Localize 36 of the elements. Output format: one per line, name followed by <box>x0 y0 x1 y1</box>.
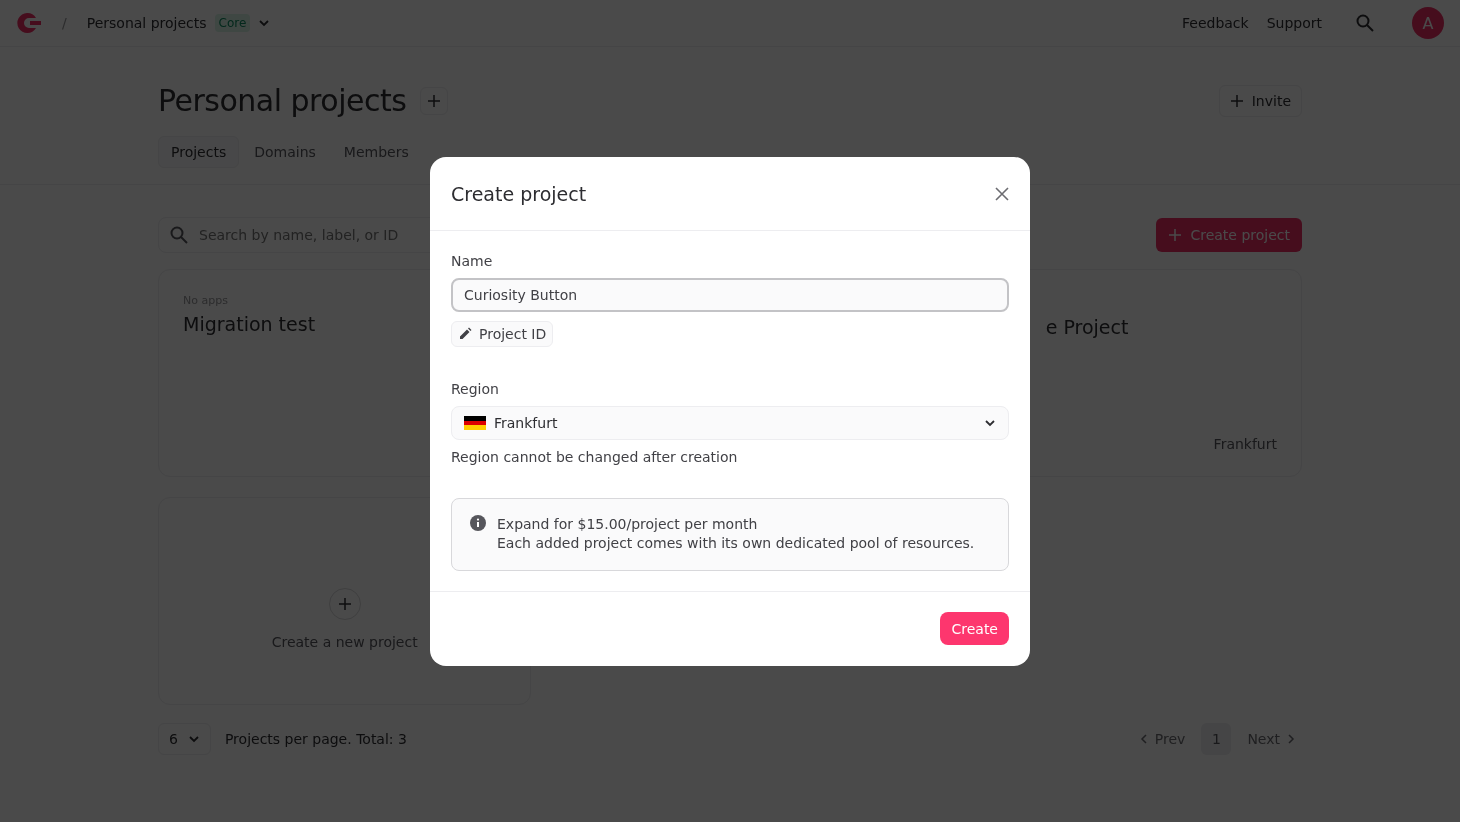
chevron-down-icon <box>187 733 200 745</box>
close-icon <box>995 186 1009 201</box>
per-page-select[interactable]: 6 <box>158 723 211 755</box>
field-label: Name <box>451 253 493 269</box>
chevron-down-icon <box>258 17 271 29</box>
search-icon <box>170 226 188 244</box>
page-title: Personal projects <box>158 83 407 118</box>
germany-flag-icon <box>464 416 486 430</box>
dialog-title: Create project <box>451 182 587 205</box>
nav-link[interactable]: Support <box>1266 15 1322 31</box>
breadcrumb-dropdown[interactable]: Personal projects Core <box>86 14 271 32</box>
create-button[interactable]: Create <box>940 612 1009 645</box>
info-icon <box>470 515 486 531</box>
plan-badge: Core <box>214 14 251 32</box>
field-label: Region <box>451 381 499 397</box>
region-select[interactable]: Frankfurt <box>451 406 1009 440</box>
pencil-icon <box>458 327 472 341</box>
add-button[interactable] <box>420 86 449 115</box>
chevron-left-icon <box>1138 733 1149 745</box>
plus-icon <box>1168 228 1183 242</box>
search-icon <box>1356 14 1374 32</box>
pagination-summary: Projects per page. Total: 3 <box>224 731 407 747</box>
breadcrumb-separator: / <box>62 15 67 31</box>
project-title: e Project <box>1044 316 1129 338</box>
plus-icon <box>427 93 442 108</box>
close-button[interactable] <box>995 186 1009 201</box>
chevron-down-icon <box>984 417 996 429</box>
project-title: Migration test <box>183 313 316 335</box>
name-input[interactable]: Curiosity Button <box>451 278 1009 312</box>
nav-link[interactable]: Feedback <box>1182 15 1249 31</box>
tab[interactable]: Projects <box>158 136 240 168</box>
plus-icon <box>1229 93 1244 108</box>
invite-button[interactable]: Invite <box>1218 84 1302 117</box>
chevron-right-icon <box>1286 733 1296 745</box>
logo-icon <box>16 12 42 34</box>
project-id-button[interactable]: Project ID <box>451 321 554 347</box>
